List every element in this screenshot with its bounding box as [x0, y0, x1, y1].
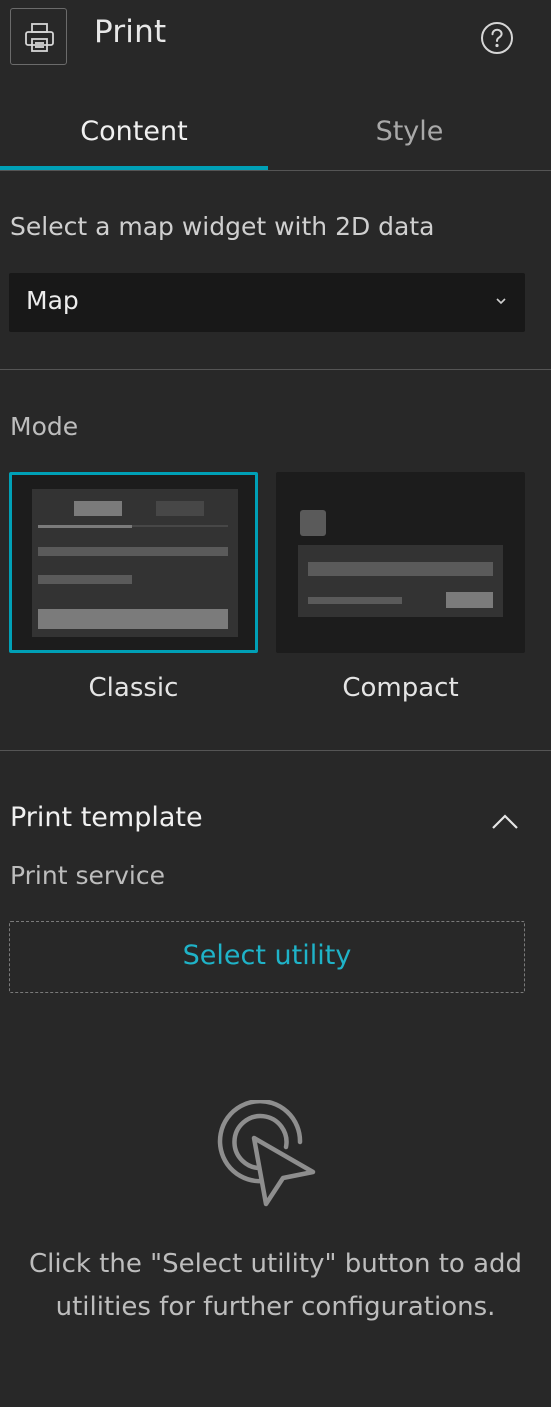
select-utility-button[interactable]: Select utility	[9, 921, 525, 993]
classic-preview	[32, 489, 238, 637]
tab-divider	[0, 170, 551, 171]
panel-header: Print	[0, 0, 551, 76]
preview-field-short	[308, 597, 402, 604]
preview-tab-active	[74, 501, 122, 516]
preview-button	[446, 592, 493, 608]
mode-caption-classic: Classic	[88, 673, 179, 703]
compact-preview	[298, 545, 503, 617]
printer-icon	[10, 8, 67, 65]
preview-tab-inactive	[156, 501, 204, 516]
mode-label: Mode	[10, 412, 79, 441]
mode-option-compact[interactable]	[276, 472, 525, 653]
preview-tab-underline	[38, 525, 132, 528]
chevron-up-icon[interactable]	[489, 811, 521, 833]
print-service-label: Print service	[10, 861, 166, 890]
section-divider	[0, 369, 551, 370]
tab-bar: Content Style	[0, 96, 551, 172]
section-divider	[0, 750, 551, 751]
preview-field	[38, 547, 228, 556]
mode-option-classic[interactable]	[9, 472, 258, 653]
select-cursor-icon	[217, 1100, 316, 1207]
panel-title: Print	[94, 14, 167, 50]
mode-caption-compact: Compact	[342, 673, 459, 703]
preview-print-button	[300, 510, 326, 536]
preview-field	[308, 562, 493, 576]
map-widget-select[interactable]: Map	[9, 273, 525, 332]
tab-style[interactable]: Style	[268, 96, 551, 170]
map-widget-label: Select a map widget with 2D data	[10, 212, 435, 241]
tab-content[interactable]: Content	[0, 96, 268, 170]
empty-state-message: Click the "Select utility" button to add…	[28, 1249, 523, 1322]
help-icon[interactable]	[480, 21, 514, 55]
print-settings-panel: Print Content Style Select a map widget …	[0, 0, 551, 1407]
preview-field-short	[38, 575, 132, 584]
preview-tab-rule	[132, 525, 228, 527]
print-template-title: Print template	[10, 802, 203, 833]
preview-button	[38, 609, 228, 629]
map-widget-selected-value: Map	[26, 286, 79, 315]
chevron-down-icon	[496, 298, 506, 305]
